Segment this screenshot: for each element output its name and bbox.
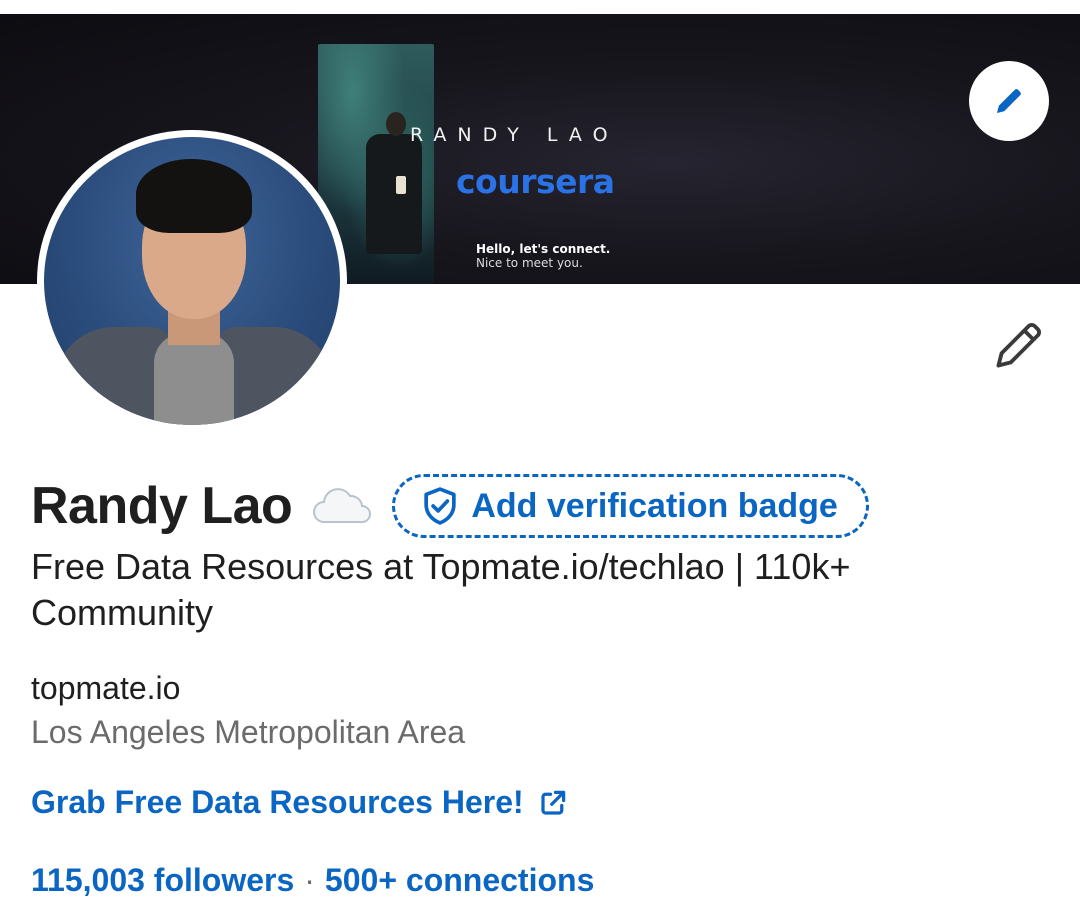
banner-speaker-badge (396, 176, 406, 194)
custom-link[interactable]: Grab Free Data Resources Here! (31, 784, 568, 821)
banner-brand-logo: coursera (456, 162, 615, 201)
followers-link[interactable]: 115,003 followers (31, 862, 294, 899)
top-strip (0, 0, 1080, 14)
stats-row: 115,003 followers · 500+ connections (31, 862, 594, 899)
external-link-icon (541, 790, 565, 815)
banner-hello-text: Hello, let's connect. (476, 242, 611, 256)
banner-speaker-figure (366, 134, 422, 254)
edit-profile-button[interactable] (990, 316, 1048, 374)
custom-link-label: Grab Free Data Resources Here! (31, 784, 524, 820)
add-verification-badge-button[interactable]: Add verification badge (392, 474, 869, 538)
banner-name: RANDY LAO (410, 124, 619, 146)
profile-location: Los Angeles Metropolitan Area (31, 714, 466, 750)
cloud-icon (313, 488, 372, 523)
avatar-photo (44, 137, 340, 425)
shield-check-icon (424, 487, 457, 525)
banner-speaker-head (386, 112, 406, 136)
profile-company: topmate.io (31, 670, 181, 706)
verification-badge-label: Add verification badge (471, 486, 838, 525)
name-row: Randy Lao Add verification badge (31, 474, 869, 538)
pencil-icon (997, 89, 1021, 113)
connections-link[interactable]: 500+ connections (325, 862, 594, 899)
banner-nice-text: Nice to meet you. (476, 256, 583, 270)
profile-name: Randy Lao (31, 477, 293, 535)
edit-banner-button[interactable] (969, 61, 1049, 141)
stats-separator: · (304, 862, 315, 898)
profile-headline: Free Data Resources at Topmate.io/techla… (31, 546, 851, 633)
avatar[interactable] (37, 130, 347, 432)
pencil-icon (996, 323, 1041, 368)
